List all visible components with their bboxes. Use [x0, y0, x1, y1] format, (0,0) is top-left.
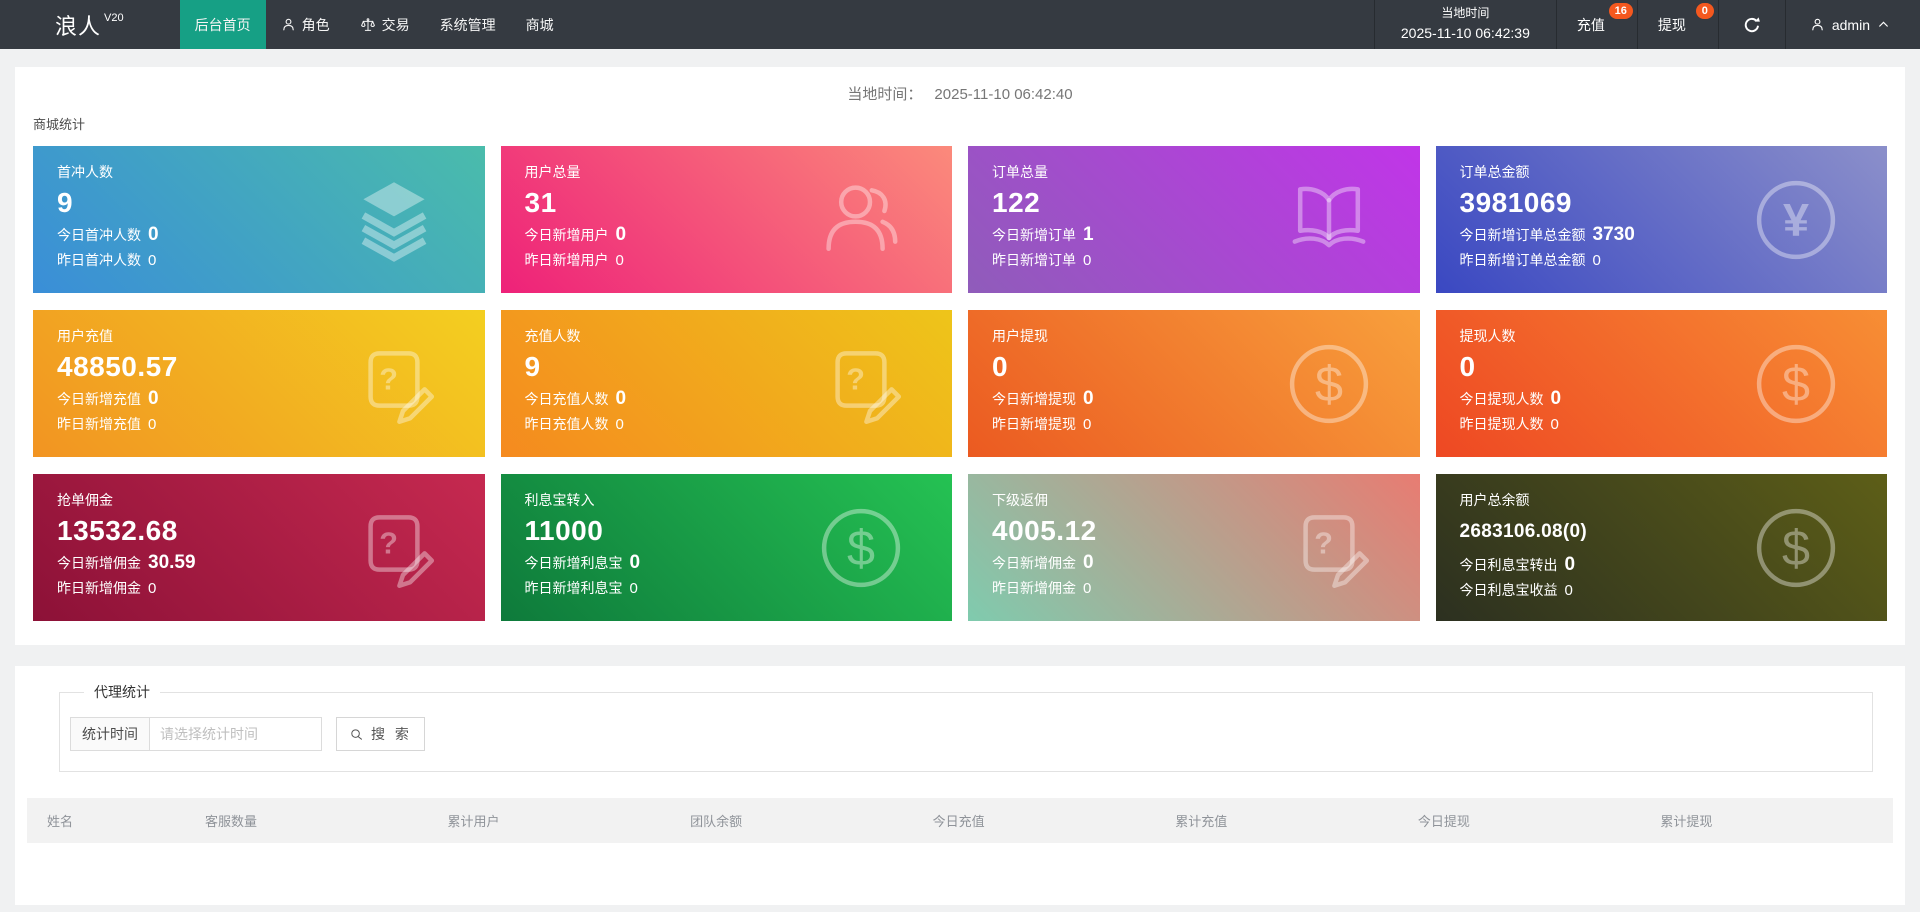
- user-icon: [281, 17, 296, 32]
- agent-filter-row: 统计时间 搜 索: [70, 717, 1862, 751]
- svg-text:¥: ¥: [1783, 194, 1809, 246]
- nav-item-label: 商城: [525, 16, 554, 33]
- agent-table-head: 姓名 客服数量 累计用户 团队余额 今日充值 累计充值 今日提现 累计提现: [27, 798, 1893, 843]
- withdraw-badge: 0: [1695, 3, 1714, 19]
- recharge-label: 充值: [1576, 16, 1605, 33]
- table-header-cell: 累计提现: [1650, 798, 1893, 843]
- users-icon: [816, 175, 906, 265]
- stat-card-sub-rebate: 下级返佣 4005.12 今日新增佣金 0 昨日新增佣金 0?: [968, 474, 1420, 621]
- agent-stats-fieldset: 代理统计 统计时间 搜 索: [59, 682, 1873, 772]
- local-time-label: 当地时间: [1441, 6, 1490, 21]
- stat-card-user-total-balance: 用户总余额 2683106.08(0) 今日利息宝转出 0 今日利息宝收益 0 $: [1435, 474, 1887, 621]
- stat-card-recharge-users: 充值人数 9 今日充值人数 0 昨日充值人数 0?: [500, 310, 952, 457]
- nav-item-label: 交易: [381, 16, 410, 33]
- svg-text:$: $: [1782, 519, 1810, 576]
- svg-text:?: ?: [1314, 526, 1333, 560]
- app-logo: 浪人 V20: [0, 0, 180, 49]
- doc-edit-icon: ?: [349, 503, 439, 593]
- book-icon: [1284, 175, 1374, 265]
- nav-item-home[interactable]: 后台首页: [179, 0, 266, 49]
- table-header-cell: 姓名: [27, 798, 195, 843]
- table-header-cell: 团队余额: [680, 798, 923, 843]
- svg-text:$: $: [1314, 355, 1342, 412]
- search-button-label: 搜 索: [371, 726, 412, 742]
- agent-table: 姓名 客服数量 累计用户 团队余额 今日充值 累计充值 今日提现 累计提现: [27, 798, 1893, 843]
- svg-text:?: ?: [379, 526, 398, 560]
- dollar-circle-icon: $: [1284, 339, 1374, 429]
- layers-icon: [349, 175, 439, 265]
- stat-card-grab-commission: 抢单佣金 13532.68 今日新增佣金 30.59 昨日新增佣金 0?: [33, 474, 485, 621]
- svg-text:?: ?: [379, 362, 398, 396]
- navbar-right: 当地时间 2025-11-10 06:42:39 充值 16 提现 0 admi…: [1373, 0, 1920, 49]
- search-icon: [349, 727, 364, 742]
- stat-card-first-charge-users: 首冲人数 9 今日首冲人数 0 昨日首冲人数 0: [33, 146, 485, 293]
- nav-item-label: 后台首页: [194, 16, 251, 33]
- stat-card-withdraw-users: 提现人数 0 今日提现人数 0 昨日提现人数 0 $: [1435, 310, 1887, 457]
- stat-card-interest-transfer-in: 利息宝转入 11000 今日新增利息宝 0 昨日新增利息宝 0 $: [500, 474, 952, 621]
- doc-edit-icon: ?: [1284, 503, 1374, 593]
- stat-card-total-orders: 订单总量 122 今日新增订单 1 昨日新增订单 0: [968, 146, 1420, 293]
- page-time-label: 当地时间：: [847, 86, 923, 103]
- svg-text:$: $: [847, 519, 875, 576]
- stat-card-total-users: 用户总量 31 今日新增用户 0 昨日新增用户 0: [500, 146, 952, 293]
- top-navbar: 浪人 V20 后台首页 角色 交易 系统管理 商城 当地时间 2025-11-10 06…: [0, 0, 1920, 49]
- nav-item-label: 系统管理: [439, 16, 496, 33]
- svg-text:?: ?: [846, 362, 865, 396]
- nav-menu: 后台首页 角色 交易 系统管理 商城: [179, 0, 569, 49]
- stat-card-order-total-amount: 订单总金额 3981069 今日新增订单总金额 3730 昨日新增订单总金额 0 ¥: [1435, 146, 1887, 293]
- app-logo-text: 浪人: [55, 13, 102, 39]
- nav-item-mall[interactable]: 商城: [511, 0, 569, 49]
- stat-card-user-recharge: 用户充值 48850.57 今日新增充值 0 昨日新增充值 0?: [33, 310, 485, 457]
- section-title-mall-stats: 商城统计: [33, 117, 86, 132]
- user-menu[interactable]: admin: [1784, 0, 1920, 49]
- nav-item-trade[interactable]: 交易: [345, 0, 425, 49]
- refresh-button[interactable]: [1717, 0, 1785, 49]
- chevron-up-icon: [1877, 18, 1890, 31]
- table-header-cell: 今日提现: [1407, 798, 1651, 843]
- page-local-time: 当地时间： 2025-11-10 06:42:40: [15, 67, 1905, 104]
- recharge-nav-button[interactable]: 充值 16: [1555, 0, 1637, 49]
- agent-stats-panel: 代理统计 统计时间 搜 索 姓名客服数量累计用户团队余额今日充值累计充值今日提现…: [15, 666, 1905, 905]
- dollar-circle-icon: $: [1751, 339, 1841, 429]
- table-header-cell: 累计用户: [437, 798, 681, 843]
- app-version: V20: [104, 11, 124, 24]
- local-time-value: 2025-11-10 06:42:39: [1400, 24, 1530, 41]
- agent-stats-legend: 代理统计: [94, 684, 150, 700]
- table-header-cell: 累计充值: [1165, 798, 1408, 843]
- refresh-icon: [1743, 16, 1761, 34]
- svg-text:$: $: [1782, 355, 1810, 412]
- nav-item-system[interactable]: 系统管理: [425, 0, 511, 49]
- withdraw-nav-button[interactable]: 提现 0: [1636, 0, 1718, 49]
- nav-item-label: 角色: [301, 16, 330, 33]
- table-header-cell: 客服数量: [194, 798, 438, 843]
- mall-stats-panel: 当地时间： 2025-11-10 06:42:40 商城统计 首冲人数 9 今日首冲人…: [15, 67, 1905, 645]
- nav-item-roles[interactable]: 角色: [266, 0, 345, 49]
- yen-circle-icon: ¥: [1751, 175, 1841, 265]
- user-icon: [1810, 17, 1825, 32]
- dollar-circle-icon: $: [1751, 503, 1841, 593]
- username: admin: [1831, 16, 1870, 33]
- scale-icon: [360, 17, 376, 33]
- page-time-value: 2025-11-10 06:42:40: [934, 86, 1073, 103]
- navbar-local-time: 当地时间 2025-11-10 06:42:39: [1373, 0, 1556, 49]
- dollar-circle-icon: $: [816, 503, 906, 593]
- stat-cards-grid: 首冲人数 9 今日首冲人数 0 昨日首冲人数 0 用户总量 31 今日新增用户 0 昨日新增用户 0 订…: [33, 146, 1887, 621]
- recharge-badge: 16: [1608, 3, 1633, 19]
- stats-time-input[interactable]: [150, 717, 322, 751]
- search-button[interactable]: 搜 索: [336, 717, 425, 751]
- agent-table-header-row: 姓名 客服数量 累计用户 团队余额 今日充值 累计充值 今日提现 累计提现: [27, 798, 1893, 843]
- doc-edit-icon: ?: [816, 339, 906, 429]
- withdraw-label: 提现: [1657, 16, 1686, 33]
- table-header-cell: 今日充值: [922, 798, 1166, 843]
- stat-card-user-withdraw: 用户提现 0 今日新增提现 0 昨日新增提现 0 $: [968, 310, 1420, 457]
- doc-edit-icon: ?: [349, 339, 439, 429]
- stats-time-label: 统计时间: [70, 717, 150, 751]
